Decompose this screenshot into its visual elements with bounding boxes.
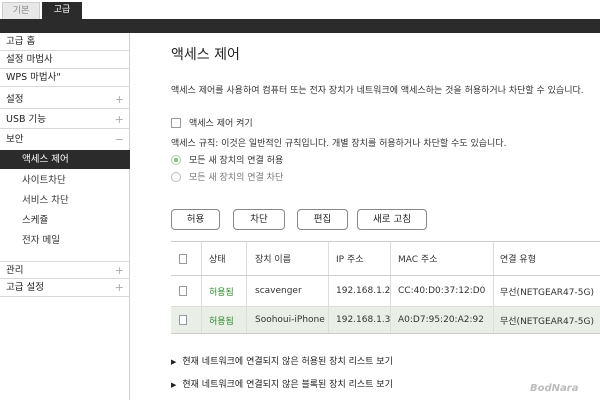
header-bar (0, 19, 600, 33)
enable-access-control-checkbox[interactable] (171, 118, 181, 128)
sidebar: 고급 홈 설정 마법사 WPS 마법사" 설정 + USB 기능 + 보안 − … (0, 33, 130, 400)
collapse-icon[interactable]: − (115, 131, 124, 149)
sidebar-item-label: 관리 (6, 265, 24, 276)
watermark-logo: BodNara (530, 383, 579, 394)
device-name-cell: scavenger (255, 286, 302, 296)
sidebar-item-advanced-settings[interactable]: 고급 설정 + (0, 279, 130, 297)
sidebar-item-access-control[interactable]: 액세스 제어 (0, 150, 130, 169)
radio-allow-label: 모든 새 장치의 연결 허용 (189, 156, 284, 166)
mac-cell: A0:D7:95:20:A2:92 (398, 315, 484, 325)
enable-access-control-row[interactable]: 액세스 제어 켜기 (171, 118, 253, 130)
enable-access-control-label: 액세스 제어 켜기 (189, 119, 253, 129)
sidebar-item-admin[interactable]: 관리 + (0, 261, 130, 279)
header-connection: 연결 유형 (500, 255, 536, 265)
refresh-button[interactable]: 새로 고침 (357, 209, 427, 230)
status-cell: 허용됨 (209, 316, 234, 327)
sidebar-item-schedule[interactable]: 스케쥴 (0, 211, 130, 230)
tab-basic[interactable]: 기본 (2, 2, 40, 19)
sidebar-item-site-block[interactable]: 사이트차단 (0, 171, 130, 190)
status-cell: 허용됨 (209, 287, 234, 298)
device-name-cell: Soohoui-iPhone (255, 315, 325, 325)
ip-cell: 192.168.1.2 (336, 286, 390, 296)
sidebar-item-service-block[interactable]: 서비스 차단 (0, 191, 130, 210)
sidebar-item-security[interactable]: 보안 − (0, 131, 130, 149)
expand-icon[interactable]: + (115, 91, 124, 109)
sidebar-item-advanced-home[interactable]: 고급 홈 (0, 33, 130, 51)
tab-advanced[interactable]: 고급 (42, 2, 82, 19)
sidebar-item-label: 설정 (6, 94, 24, 105)
table-row[interactable]: 허용됨 Soohoui-iPhone 192.168.1.3 A0:D7:95:… (171, 307, 600, 334)
block-button[interactable]: 차단 (233, 209, 285, 230)
access-rule-text: 액세스 규칙: 이것은 일반적인 규칙입니다. 개별 장치를 허용하거나 차단할… (171, 139, 507, 149)
header-device-name: 장치 이름 (255, 255, 291, 265)
sidebar-item-email[interactable]: 전자 메일 (0, 231, 130, 250)
sidebar-item-setup[interactable]: 설정 + (0, 91, 130, 109)
edit-button[interactable]: 편집 (297, 209, 348, 230)
ip-cell: 192.168.1.3 (336, 315, 390, 325)
tab-bar: 기본 고급 (0, 0, 600, 19)
table-header-row: 상태 장치 이름 IP 주소 MAC 주소 연결 유형 (171, 242, 600, 276)
sidebar-item-setup-wizard[interactable]: 설정 마법사 (0, 51, 130, 69)
header-status: 상태 (209, 255, 226, 265)
page-description: 액세스 제어를 사용하여 컴퓨터 또는 전자 장치가 네트워크에 액세스하는 것… (171, 86, 584, 96)
allowed-devices-link[interactable]: ▶ 현재 네트워크에 연결되지 않은 허용된 장치 리스트 보기 (171, 354, 393, 367)
sidebar-item-wps-wizard[interactable]: WPS 마법사" (0, 69, 130, 87)
radio-block-new-devices[interactable] (171, 172, 181, 182)
allowed-devices-link-label: 현재 네트워크에 연결되지 않은 허용된 장치 리스트 보기 (182, 357, 393, 367)
radio-allow-new-devices[interactable] (171, 155, 181, 165)
row-checkbox[interactable] (179, 286, 187, 296)
sidebar-item-label: 고급 설정 (6, 282, 44, 293)
blocked-devices-link[interactable]: ▶ 현재 네트워크에 연결되지 않은 블록된 장치 리스트 보기 (171, 377, 393, 390)
radio-block-label: 모든 새 장치의 연결 차단 (189, 173, 284, 183)
header-mac: MAC 주소 (398, 255, 438, 265)
row-checkbox[interactable] (179, 315, 187, 325)
sidebar-item-label: 설정 마법사 (6, 54, 53, 65)
table-row[interactable]: 허용됨 scavenger 192.168.1.2 CC:40:D0:37:12… (171, 276, 600, 307)
mac-cell: CC:40:D0:37:12:D0 (398, 286, 486, 296)
select-all-checkbox[interactable] (179, 253, 187, 264)
device-table: 상태 장치 이름 IP 주소 MAC 주소 연결 유형 허용됨 scavenge… (171, 241, 600, 334)
expand-icon[interactable]: + (115, 279, 124, 297)
radio-block-row[interactable]: 모든 새 장치의 연결 차단 (171, 170, 283, 183)
triangle-right-icon: ▶ (171, 381, 177, 389)
connection-cell: 무선(NETGEAR47-5G) (500, 316, 594, 327)
blocked-devices-link-label: 현재 네트워크에 연결되지 않은 블록된 장치 리스트 보기 (182, 380, 393, 390)
page-title: 액세스 제어 (171, 47, 240, 63)
allow-button[interactable]: 허용 (171, 209, 220, 230)
expand-icon[interactable]: + (115, 111, 124, 129)
radio-allow-row[interactable]: 모든 새 장치의 연결 허용 (171, 153, 283, 166)
header-ip: IP 주소 (336, 255, 364, 265)
triangle-right-icon: ▶ (171, 358, 177, 366)
sidebar-item-label: 고급 홈 (6, 36, 36, 47)
connection-cell: 무선(NETGEAR47-5G) (500, 287, 594, 298)
sidebar-item-label: USB 기능 (6, 114, 47, 125)
sidebar-item-usb[interactable]: USB 기능 + (0, 111, 130, 129)
sidebar-item-label: WPS 마법사" (6, 72, 61, 83)
sidebar-item-label: 보안 (6, 134, 24, 145)
